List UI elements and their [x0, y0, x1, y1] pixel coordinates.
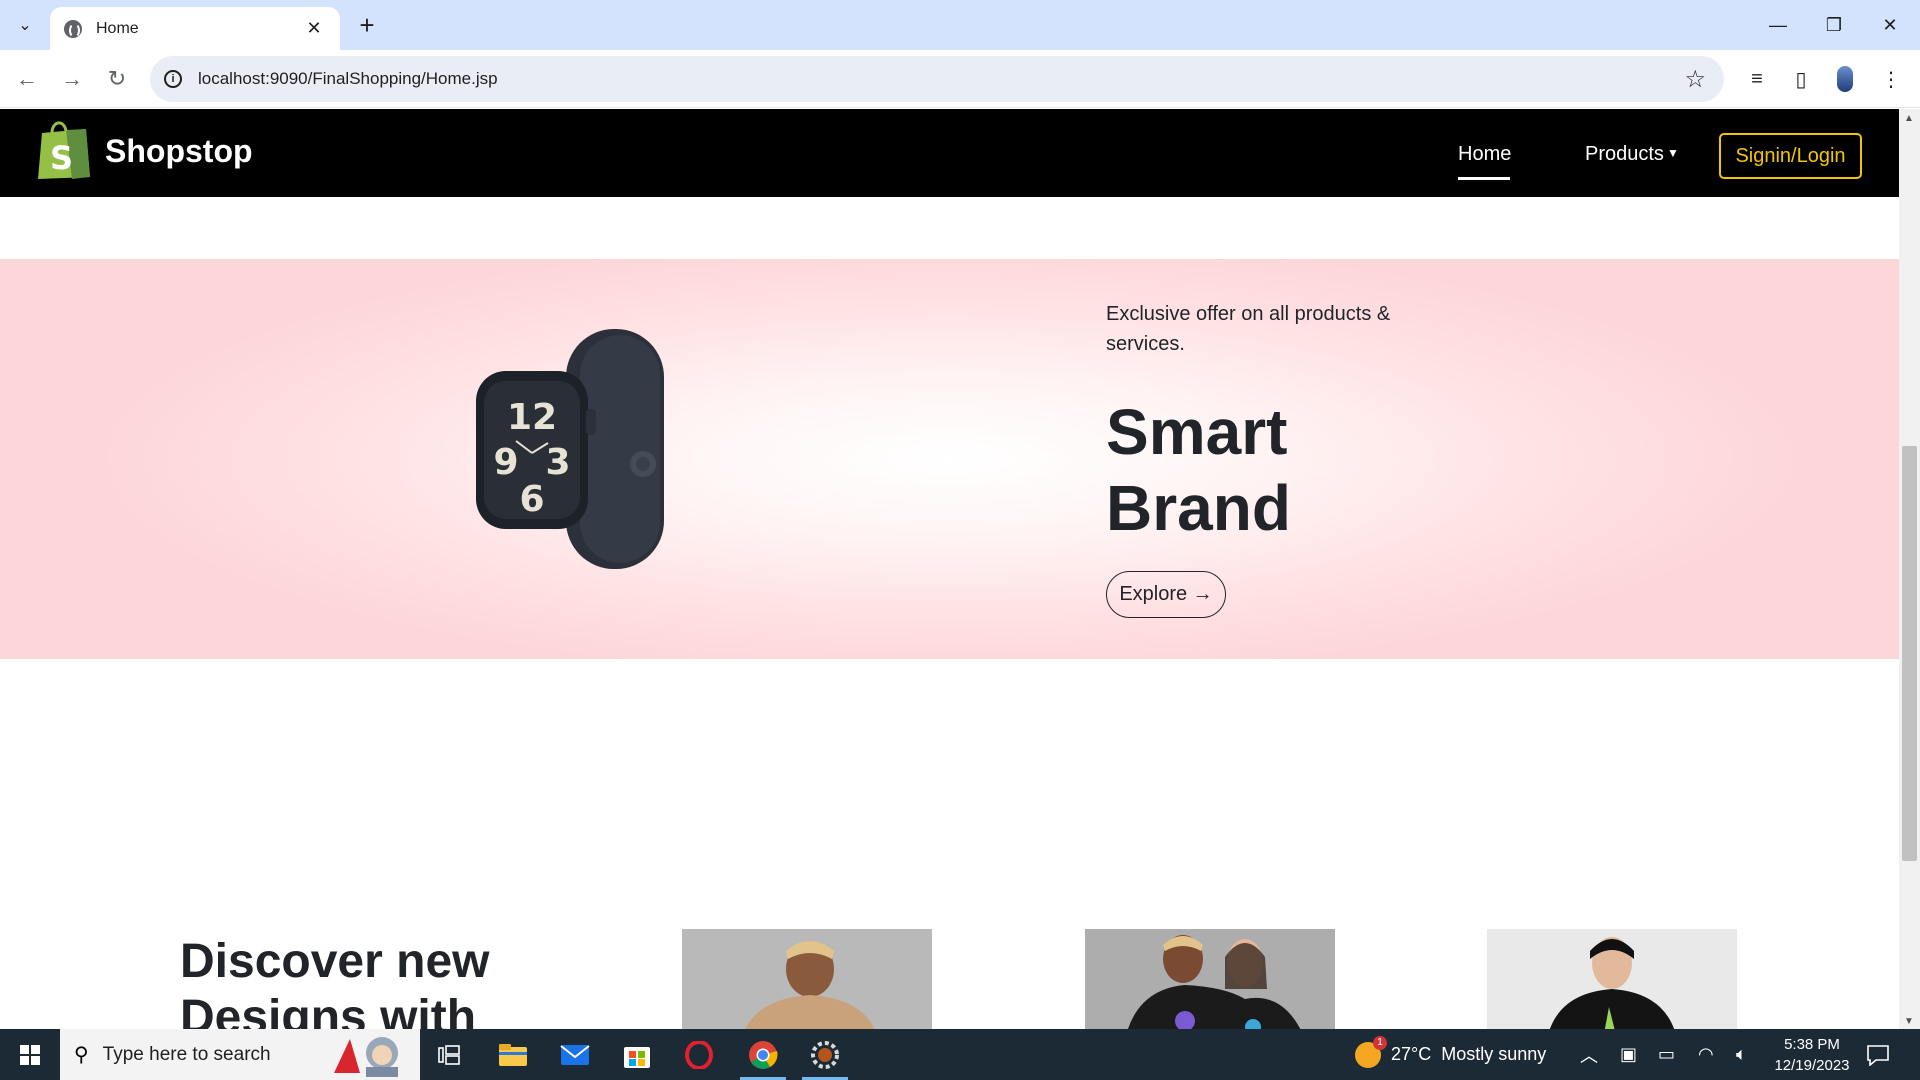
meet-now-icon[interactable]: ▣ — [1620, 1029, 1637, 1080]
web-page: S Shopstop Home Products ▼ Signin/Login … — [0, 109, 1899, 1029]
search-icon: ⚲ — [74, 1044, 89, 1066]
hero-title-line2: Brand — [1106, 472, 1291, 544]
hero-offer-text: Exclusive offer on all products & servic… — [1106, 303, 1391, 355]
hero-title: Smart Brand — [1106, 394, 1506, 546]
signin-login-button[interactable]: Signin/Login — [1719, 133, 1862, 179]
mail-icon[interactable] — [546, 1029, 604, 1080]
svg-text:S: S — [50, 139, 73, 177]
file-explorer-icon[interactable] — [484, 1029, 542, 1080]
product-card-image[interactable] — [1085, 929, 1335, 1029]
new-tab-button[interactable]: + — [352, 10, 382, 40]
close-window-button[interactable]: ✕ — [1862, 0, 1918, 50]
scrollbar-thumb[interactable] — [1902, 446, 1917, 861]
task-view-icon[interactable] — [420, 1029, 478, 1080]
svg-text:12: 12 — [507, 397, 557, 438]
product-card-image[interactable] — [682, 929, 932, 1029]
settings-gear-app-icon[interactable] — [796, 1029, 854, 1080]
start-button[interactable] — [0, 1029, 60, 1080]
smartwatch-image: 12 9 3 6 — [476, 329, 664, 569]
weather-temp: 27°C — [1391, 1044, 1432, 1064]
show-hidden-icons-chevron-icon[interactable]: ︿ — [1580, 1029, 1598, 1080]
site-info-icon[interactable]: i — [164, 70, 182, 88]
page-scrollbar[interactable]: ▲ ▼ — [1899, 109, 1920, 1029]
menu-kebab-icon[interactable]: ⋮ — [1876, 64, 1906, 94]
search-placeholder[interactable]: Type here to search — [103, 1044, 271, 1066]
nav-active-underline — [1458, 177, 1510, 180]
svg-text:3: 3 — [545, 442, 570, 483]
discover-heading-line1: Discover new — [180, 935, 490, 988]
clock-time: 5:38 PM — [1784, 1036, 1840, 1053]
globe-icon — [64, 19, 82, 38]
search-highlight-illustration-icon[interactable] — [330, 1033, 406, 1077]
taskbar-clock[interactable]: 5:38 PM 12/19/2023 — [1762, 1034, 1862, 1076]
scroll-up-arrow-icon[interactable]: ▲ — [1904, 113, 1914, 124]
weather-badge: 1 — [1373, 1035, 1387, 1050]
weather-text: Mostly sunny — [1441, 1044, 1547, 1064]
side-panel-icon[interactable]: ▯ — [1786, 64, 1816, 94]
svg-text:6: 6 — [519, 479, 544, 520]
opera-browser-icon[interactable] — [670, 1029, 728, 1080]
windows-logo-icon — [20, 1044, 40, 1065]
url-text[interactable]: localhost:9090/FinalShopping/Home.jsp — [198, 69, 1684, 89]
profile-avatar[interactable] — [1830, 64, 1860, 94]
forward-button[interactable]: → — [55, 62, 89, 96]
explore-button[interactable]: Explore → — [1106, 571, 1226, 618]
taskbar-search-box[interactable]: ⚲ Type here to search — [60, 1029, 420, 1080]
discover-heading-line2: Designs with — [180, 991, 477, 1029]
clock-date: 12/19/2023 — [1774, 1057, 1850, 1074]
media-control-icon[interactable]: ≡ — [1742, 64, 1772, 94]
reload-button[interactable]: ↻ — [100, 62, 134, 96]
svg-text:9: 9 — [493, 442, 518, 483]
tab-search-chevron-icon[interactable]: ⌄ — [8, 8, 42, 42]
weather-widget[interactable]: 1 27°C Mostly sunny — [1355, 1029, 1546, 1080]
weather-sun-icon: 1 — [1355, 1035, 1387, 1068]
battery-icon[interactable]: ▭ — [1658, 1029, 1675, 1080]
restore-button[interactable]: ❐ — [1806, 0, 1862, 50]
discover-heading: Discover new Designs with — [180, 934, 580, 1029]
windows-taskbar: ⚲ Type here to search 1 27°C Mostly sunn… — [0, 1029, 1920, 1080]
product-card-image[interactable] — [1487, 929, 1737, 1029]
chrome-icon[interactable] — [734, 1029, 792, 1080]
shopify-bag-logo-icon[interactable]: S — [36, 117, 92, 181]
browser-toolbar: ← → ↻ i localhost:9090/FinalShopping/Hom… — [0, 50, 1920, 108]
bookmark-star-icon[interactable]: ☆ — [1684, 65, 1706, 94]
wifi-icon[interactable]: ◠ — [1698, 1029, 1714, 1080]
nav-home-link[interactable]: Home — [1458, 143, 1511, 166]
tab-title: Home — [96, 19, 139, 37]
notification-center-icon[interactable] — [1866, 1029, 1890, 1080]
back-button[interactable]: ← — [10, 62, 44, 96]
minimize-button[interactable]: — — [1750, 0, 1806, 50]
address-bar[interactable]: i localhost:9090/FinalShopping/Home.jsp … — [150, 56, 1724, 102]
hero-title-line1: Smart — [1106, 396, 1288, 468]
scroll-down-arrow-icon[interactable]: ▼ — [1904, 1016, 1914, 1027]
browser-tabstrip: ⌄ Home ✕ + — ❐ ✕ — [0, 0, 1920, 50]
site-navbar: S Shopstop Home Products ▼ Signin/Login — [0, 109, 1899, 197]
hero-banner: 12 9 3 6 Exclusive offer on all products… — [0, 259, 1899, 659]
microsoft-store-icon[interactable] — [608, 1029, 666, 1080]
caret-down-icon[interactable]: ▼ — [1667, 146, 1679, 160]
tab-close-icon[interactable]: ✕ — [302, 18, 326, 39]
nav-products-dropdown[interactable]: Products — [1585, 143, 1664, 166]
tab-home[interactable]: Home ✕ — [50, 7, 340, 50]
brand-name[interactable]: Shopstop — [105, 133, 253, 170]
volume-icon[interactable]: 🔈︎ — [1736, 1029, 1747, 1080]
